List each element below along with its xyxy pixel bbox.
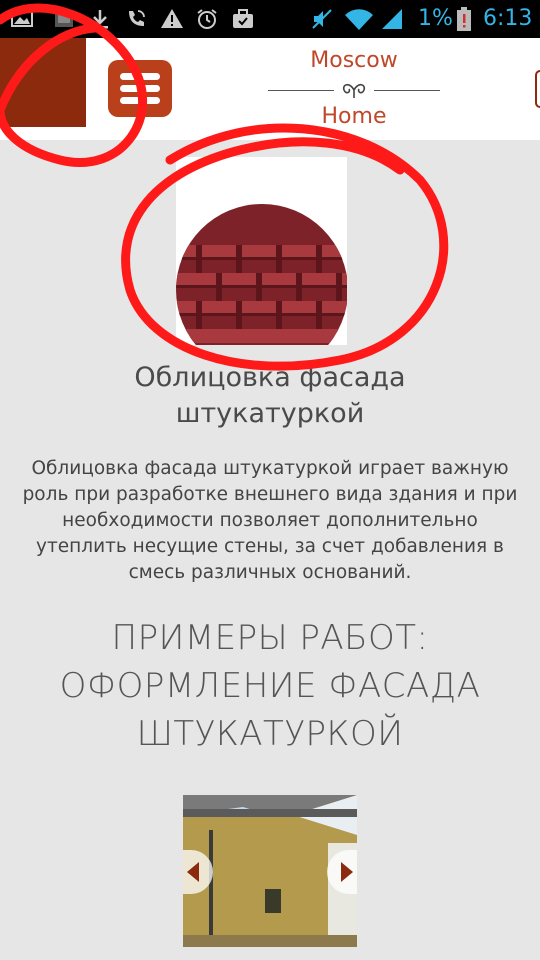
service-description: Облицовка фасада штукатуркой играет важн…: [22, 458, 518, 583]
image-icon: [10, 7, 34, 31]
battery-percent: 1%: [418, 6, 453, 31]
briefcase-icon: [231, 7, 255, 31]
warning-icon: [160, 7, 184, 31]
mute-icon: [310, 7, 334, 31]
status-bar: 1% 6:13: [0, 0, 540, 38]
menu-button[interactable]: [108, 60, 172, 117]
examples-gallery[interactable]: [183, 795, 357, 947]
site-header: Moscow Home: [0, 38, 540, 140]
roof-tile-image: [176, 204, 347, 345]
signal-icon: [380, 7, 404, 31]
chevron-right-icon: [341, 862, 353, 882]
logo-text-top: Moscow: [310, 48, 398, 73]
ornament-icon: [342, 83, 366, 98]
logo-divider-right: [374, 90, 440, 91]
chevron-left-icon: [187, 862, 199, 882]
service-title: Облицовка фасада штукатуркой: [134, 362, 406, 429]
alarm-icon: [195, 7, 219, 31]
app-icon: [52, 7, 76, 31]
logo-divider-left: [268, 90, 334, 91]
examples-title: ПРИМЕРЫ РАБОТ: ОФОРМЛЕНИЕ ФАСАДА ШТУКАТУ…: [59, 618, 481, 754]
wifi-call-icon: [124, 7, 148, 31]
edge-button[interactable]: [535, 70, 540, 108]
brand-block[interactable]: [0, 38, 86, 127]
site-logo[interactable]: Moscow Home: [268, 46, 440, 134]
wifi-icon: [344, 7, 374, 31]
battery-alert-icon: [456, 7, 472, 31]
download-icon: [88, 7, 112, 31]
clock: 6:13: [483, 6, 533, 31]
logo-text-bottom: Home: [321, 104, 387, 129]
service-image: [176, 157, 347, 345]
